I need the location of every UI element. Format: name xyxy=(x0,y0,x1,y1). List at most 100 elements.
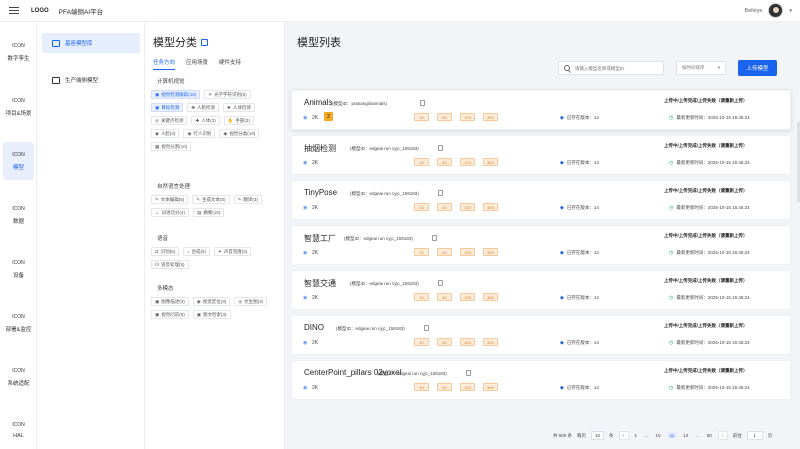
tab-1[interactable]: 任务方向 xyxy=(153,58,176,70)
model-name[interactable]: 智慧交通 xyxy=(304,278,336,289)
copy-icon[interactable] xyxy=(424,325,429,331)
model-name[interactable]: Animals xyxy=(304,98,332,107)
next-page-button[interactable]: › xyxy=(717,431,728,440)
category-chip[interactable]: ✦ 声音克隆(3) xyxy=(214,247,252,256)
update-time-text: 最新更新时间：2025-10-15 15:45:24 xyxy=(676,115,750,120)
model-name[interactable]: DINO xyxy=(304,323,324,332)
model-name[interactable]: TinyPose xyxy=(304,188,337,197)
rail-item-label: 数字孪生 xyxy=(7,55,30,62)
placeholder-icon: ICON xyxy=(12,259,25,266)
model-name[interactable]: 抽烟检测 xyxy=(304,143,336,154)
category-chip[interactable]: ✎ 生成文本(5) xyxy=(192,195,230,204)
category-chip[interactable]: ▣ 图像描述(3) xyxy=(151,297,189,306)
copy-icon[interactable] xyxy=(438,280,443,286)
category-chip[interactable]: ◉ 行人识别 xyxy=(183,129,216,138)
category-chip[interactable]: ✚ 人脸检测 xyxy=(187,103,220,112)
rail-item-4[interactable]: ICON 数据 xyxy=(3,196,34,234)
model-card[interactable]: DINO (模型ID：edgeai run cyjc_159183) ◉ 2K 10 40… xyxy=(291,315,791,355)
chevron-down-icon[interactable]: ▾ xyxy=(789,8,792,14)
search-box[interactable] xyxy=(558,61,664,75)
category-chip[interactable]: ▣ 视觉检测跟踪(15) xyxy=(151,90,201,99)
category-chip[interactable]: ◎ 关键点检测 xyxy=(151,116,188,125)
category-chip[interactable]: ✎ 翻译(3) xyxy=(233,195,262,204)
chip-label: 识别(5) xyxy=(160,248,176,254)
model-card[interactable]: 智慧工厂 (模型ID：edgeai run cyjc_159183) ◉ 2K 10 40… xyxy=(291,225,791,265)
model-name[interactable]: 智慧工厂 xyxy=(304,233,336,244)
subnav-item-2[interactable]: 生产端侧模型 xyxy=(42,70,140,90)
chip-label: 翻译(3) xyxy=(243,196,258,202)
upload-status: 上传中/上传完成/上传失败（请重新上传） xyxy=(664,98,748,103)
chip-label: 文生图(3) xyxy=(244,298,264,304)
page-number[interactable]: 50 xyxy=(706,433,713,438)
subnav-item-1[interactable]: 基座模型库 xyxy=(42,33,140,53)
upload-model-button[interactable]: 上传模型 xyxy=(738,60,777,76)
update-time-text: 最新更新时间：2025-10-15 15:45:24 xyxy=(676,250,750,255)
category-chip[interactable]: ▣ 图文检索(3) xyxy=(192,310,231,319)
page-number[interactable]: … xyxy=(694,433,701,438)
tab-2[interactable]: 应用场景 xyxy=(186,58,208,70)
goto-page-input[interactable]: 1 xyxy=(746,431,763,440)
rail-item-5[interactable]: ICON 设备 xyxy=(3,250,34,288)
category-chip[interactable]: ▣ 视觉问答(5) xyxy=(151,310,189,319)
category-tabs: 任务方向 应用场景 硬件支持 xyxy=(153,58,241,70)
search-input[interactable] xyxy=(574,65,663,71)
category-chip[interactable]: ✚ 人体检测 xyxy=(223,103,255,112)
copy-icon[interactable] xyxy=(438,190,443,196)
category-chip[interactable]: ◎ 文生图(3) xyxy=(234,297,268,306)
rail-item-3[interactable]: ICON 模型 xyxy=(3,142,34,180)
category-chip[interactable]: ◉ 人脸(3) xyxy=(151,129,180,138)
hamburger-menu-icon[interactable] xyxy=(9,7,19,14)
edit-icon[interactable] xyxy=(201,38,208,46)
chip-icon: ◉ xyxy=(223,130,228,136)
category-chip[interactable]: ✋ 手部(3) xyxy=(223,116,254,125)
category-chip[interactable]: ▣ 目标检测 xyxy=(151,103,184,112)
upload-status: 上传中/上传完成/上传失败（请重新上传） xyxy=(664,188,748,193)
version-icon: ◆ xyxy=(560,160,564,166)
rail-item-8[interactable]: ICON HAL xyxy=(3,411,34,449)
category-chip[interactable]: ◉ 视觉分类(10) xyxy=(219,129,260,138)
copy-icon[interactable] xyxy=(420,100,425,106)
category-chip[interactable]: ⇄ 识别(5) xyxy=(151,247,180,256)
rail-item-6[interactable]: ICON 部署&监控 xyxy=(3,304,34,342)
rail-item-7[interactable]: ICON 系统适配 xyxy=(3,358,34,396)
category-chip[interactable]: ▦ 视觉分割(10) xyxy=(151,142,192,151)
category-chip[interactable]: ✚ 人体(3) xyxy=(191,116,220,125)
category-chip[interactable]: ◉ 视觉定位(3) xyxy=(192,297,231,306)
sort-select[interactable]: 按时间排序 ▾ xyxy=(676,61,726,75)
model-card[interactable]: Animals (模型ID：prasangi/animals) ◉ 2K 2 10 40 12… xyxy=(291,90,791,130)
page-number[interactable]: 11 xyxy=(666,432,678,439)
model-id: (模型ID：edgeai run cyjc_159183) xyxy=(350,146,419,151)
page-number[interactable]: 1 xyxy=(634,433,639,438)
model-card[interactable]: 抽烟检测 (模型ID：edgeai run cyjc_159183) ◉ 2K 10 40… xyxy=(291,135,791,175)
hardware-tag: 120 xyxy=(460,113,475,121)
copy-icon[interactable] xyxy=(438,145,443,151)
model-card[interactable]: TinyPose (模型ID：edgeai run cyjc_159183) ◉ 2K… xyxy=(291,180,791,220)
rail-item-2[interactable]: ICON 项目&场景 xyxy=(3,88,34,126)
pagination: 共 800 条每页 10 条 ‹ 1… 10 11 12… 50 › 前往 1 页 xyxy=(553,431,772,440)
per-page-select[interactable]: 10 xyxy=(591,431,605,440)
category-chip[interactable]: ♪ 合成(5) xyxy=(183,247,211,256)
main-nav-rail: ICON 数字孪生 ICON 项目&场景 ICON 模型 ICON 数据 ICON 设备 ICON 部… xyxy=(0,22,37,449)
category-chip[interactable]: ✕ 光学字符识别(5) xyxy=(204,90,251,99)
hardware-tag: 10 xyxy=(414,113,429,121)
placeholder-icon: ICON xyxy=(12,421,25,428)
category-chip[interactable]: ▤ 摘要(10) xyxy=(193,208,225,217)
model-card[interactable]: 智慧交通 (模型ID：edgeai run cyjc_159183) ◉ 2K 10 40… xyxy=(291,270,791,310)
copy-icon[interactable] xyxy=(466,370,471,376)
copy-icon[interactable] xyxy=(432,235,437,241)
rail-item-1[interactable]: ICON 数字孪生 xyxy=(3,33,34,71)
user-menu[interactable]: Beileye ▾ xyxy=(744,3,792,18)
chip-icon: ↔ xyxy=(155,210,160,215)
page-number[interactable]: 10 xyxy=(655,433,662,438)
avatar[interactable] xyxy=(768,3,784,18)
model-card[interactable]: CenterPoint_pillars 02voxel (模型ID：edgeai … xyxy=(291,360,791,400)
tab-3[interactable]: 硬件支持 xyxy=(219,58,241,70)
prev-page-button[interactable]: ‹ xyxy=(618,431,629,440)
category-chip[interactable]: ↔ 词语切分(4) xyxy=(151,208,189,217)
page-number[interactable]: 12 xyxy=(682,433,689,438)
category-chip[interactable]: ☊ 语音处理(5) xyxy=(151,260,189,269)
page-number[interactable]: … xyxy=(643,433,650,438)
sub-nav: 基座模型库生产端侧模型 xyxy=(37,22,145,449)
hardware-tag: 300 xyxy=(483,383,498,391)
category-chip[interactable]: ✎ 文本编辑(5) xyxy=(151,195,189,204)
